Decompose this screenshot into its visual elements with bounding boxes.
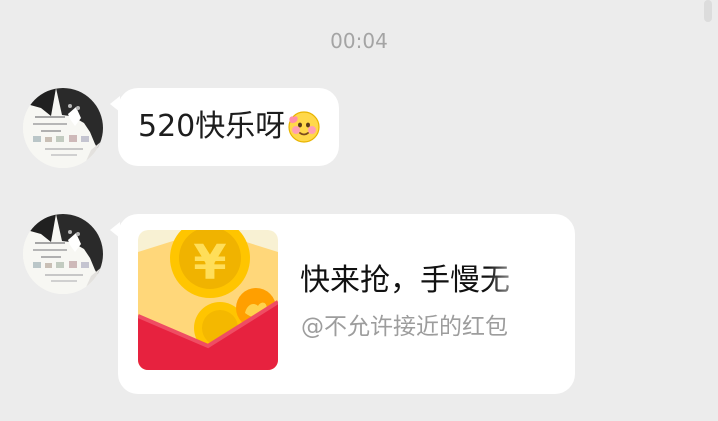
avatar[interactable]: [23, 214, 103, 294]
scroll-thumb[interactable]: [704, 0, 712, 22]
red-packet-subtitle: @不允许接近的红包: [301, 314, 508, 340]
red-envelope-coin-icon: ¥: [138, 230, 278, 370]
message-text: 520快乐呀: [138, 109, 286, 144]
red-packet-title: 快来抢，手慢无: [300, 263, 510, 298]
text-message-bubble[interactable]: 520快乐呀: [109, 88, 340, 166]
avatar[interactable]: [23, 88, 103, 168]
title-fade-mask: [488, 264, 548, 304]
red-packet-message[interactable]: ¥ 快来抢，手慢无 @不允许接近的红包: [110, 214, 575, 394]
svg-text:¥: ¥: [193, 235, 226, 291]
blushing-face-icon: [287, 110, 321, 144]
message-timestamp: 00:04: [330, 29, 388, 53]
